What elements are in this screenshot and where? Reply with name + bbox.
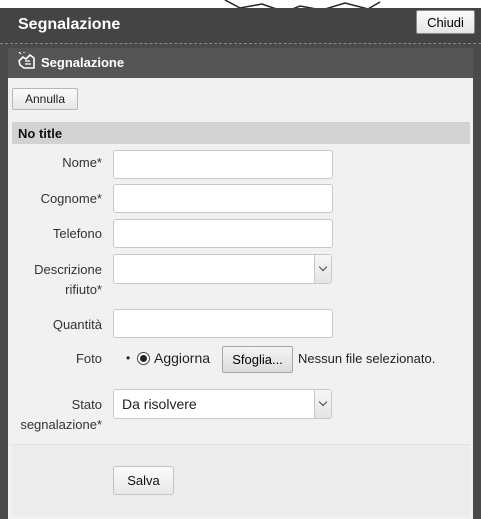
- descrizione-select[interactable]: [113, 254, 332, 284]
- file-status: Nessun file selezionato.: [298, 351, 436, 366]
- form-header: Segnalazione: [8, 48, 473, 78]
- stato-label-line1: Stato: [71, 397, 102, 412]
- bullet-glyph: •: [126, 351, 131, 365]
- cognome-label: Cognome*: [40, 191, 102, 206]
- telefono-label: Telefono: [52, 226, 102, 241]
- quantita-input[interactable]: [113, 309, 333, 338]
- aggiorna-radio-label: Aggiorna: [154, 350, 211, 366]
- stato-select-value: Da risolvere: [122, 396, 197, 412]
- form-footer: Salva: [12, 444, 470, 516]
- form-panel: Annulla No title Nome* Cognome* Telefono…: [8, 78, 473, 519]
- section-title: No title: [12, 122, 470, 144]
- quantita-label: Quantità: [52, 317, 102, 332]
- close-button[interactable]: Chiudi: [416, 10, 475, 34]
- cognome-input[interactable]: [113, 184, 333, 213]
- report-hand-icon: [16, 51, 38, 72]
- telefono-input[interactable]: [113, 219, 333, 248]
- descrizione-label-line2: rifiuto*: [65, 282, 102, 297]
- descrizione-label-line1: Descrizione: [34, 262, 102, 277]
- stato-label-line2: segnalazione*: [20, 417, 102, 432]
- form-header-title: Segnalazione: [41, 55, 125, 70]
- chevron-down-icon: [314, 255, 331, 283]
- dialog-title: Segnalazione: [18, 16, 121, 33]
- cancel-button[interactable]: Annulla: [12, 88, 78, 110]
- browse-button[interactable]: Sfoglia...: [222, 346, 293, 373]
- foto-upload-row: • Aggiorna Sfoglia... Nessun file selezi…: [126, 346, 471, 374]
- aggiorna-radio[interactable]: [137, 352, 150, 365]
- nome-label: Nome*: [62, 155, 102, 170]
- chevron-down-icon: [314, 390, 331, 418]
- foto-label: Foto: [75, 351, 102, 366]
- dialog-titlebar: Segnalazione Chiudi: [0, 8, 481, 44]
- save-button[interactable]: Salva: [113, 466, 174, 495]
- nome-input[interactable]: [113, 150, 333, 179]
- stato-select[interactable]: Da risolvere: [113, 389, 332, 419]
